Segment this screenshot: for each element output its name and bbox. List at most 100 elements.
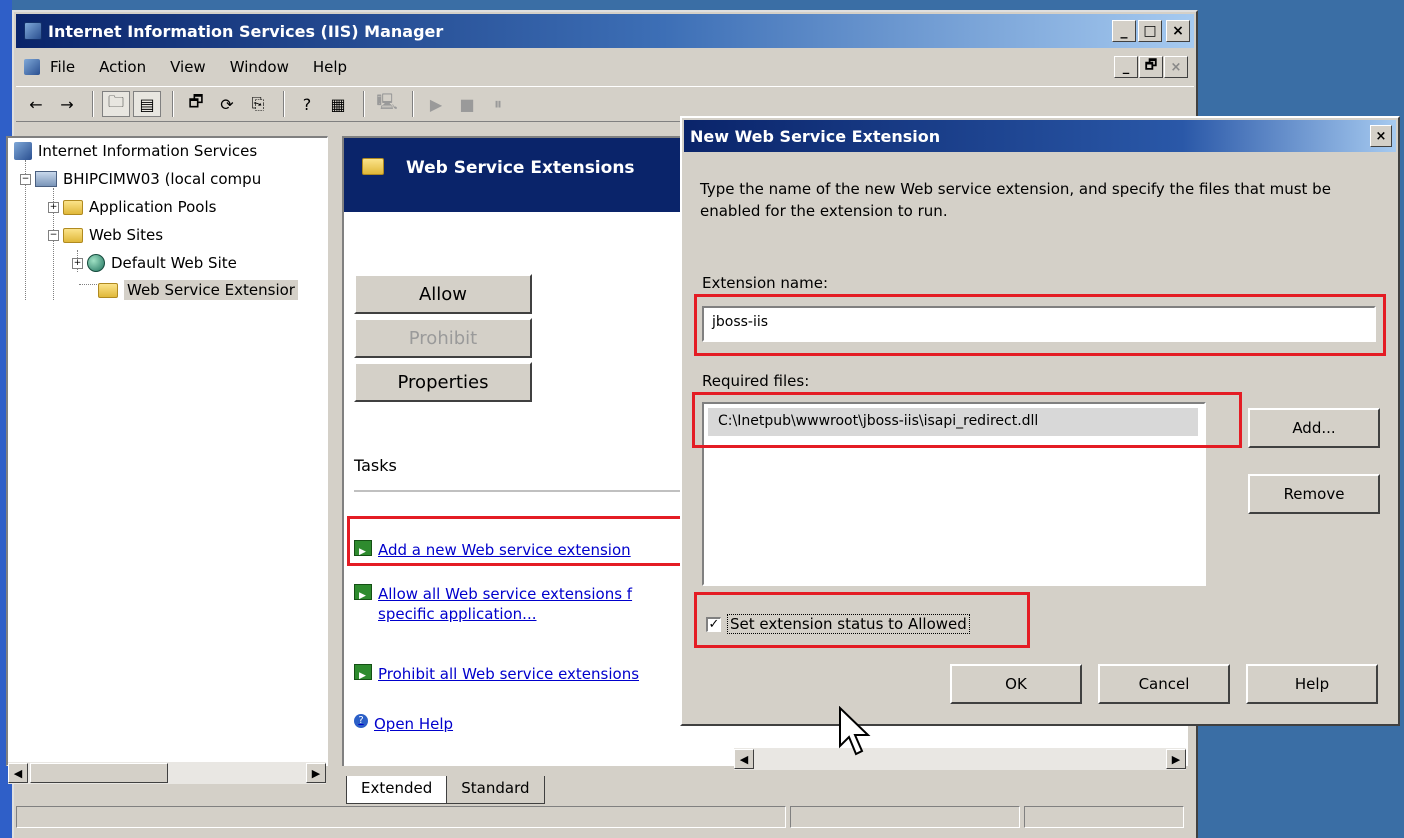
remove-file-button[interactable]: Remove <box>1248 474 1380 514</box>
menu-file[interactable]: File <box>50 58 75 76</box>
scroll-right-icon[interactable]: ▶ <box>1166 749 1186 769</box>
status-segment <box>16 806 786 828</box>
tree-item-application-pools[interactable]: + Application Pools <box>48 198 216 216</box>
tree-item-label: Web Sites <box>89 226 164 244</box>
console-icon[interactable]: ▦ <box>324 91 352 117</box>
highlight-box <box>692 392 1242 448</box>
tasks-heading: Tasks <box>354 456 397 475</box>
console-tree: Internet Information Services − BHIPCIMW… <box>6 136 328 784</box>
prohibit-button[interactable]: Prohibit <box>354 318 532 358</box>
minimize-button[interactable]: _ <box>1112 20 1136 42</box>
expand-toggle-icon[interactable]: + <box>72 257 83 269</box>
status-bar <box>16 806 1196 828</box>
scroll-left-icon[interactable]: ◀ <box>8 763 28 783</box>
folder-icon <box>63 227 83 243</box>
toolbar-separator <box>92 91 94 117</box>
toolbar-separator <box>412 91 414 117</box>
task-arrow-icon <box>354 664 372 686</box>
computer-icon[interactable]: 🖳 <box>373 91 401 117</box>
mdi-restore-button[interactable]: 🗗 <box>1139 56 1163 78</box>
extension-name-label: Extension name: <box>702 274 828 292</box>
dialog-close-button[interactable]: × <box>1370 125 1392 147</box>
highlight-box <box>694 592 1030 648</box>
toolbar-separator <box>283 91 285 117</box>
menu-view[interactable]: View <box>170 58 206 76</box>
export-list-icon[interactable]: ⎘ <box>244 91 272 117</box>
task-label: Prohibit all Web service extensions <box>378 665 640 683</box>
menu-window[interactable]: Window <box>230 58 289 76</box>
tree-item-label: Default Web Site <box>111 254 237 272</box>
refresh-icon[interactable]: ⟳ <box>213 91 241 117</box>
tree-item-web-sites[interactable]: − Web Sites <box>48 226 163 244</box>
open-help-link[interactable]: ? Open Help <box>354 714 453 734</box>
pane-header-title: Web Service Extensions <box>406 158 635 178</box>
tree-item-default-web-site[interactable]: + Default Web Site <box>72 254 237 272</box>
tab-extended[interactable]: Extended <box>346 776 448 804</box>
menu-help[interactable]: Help <box>313 58 347 76</box>
help-button[interactable]: Help <box>1246 664 1378 704</box>
up-folder-icon[interactable]: 🗀 <box>102 91 130 117</box>
mdi-close-button[interactable]: × <box>1164 56 1188 78</box>
tree-item-label: BHIPCIMW03 (local compu <box>63 170 262 188</box>
allow-button[interactable]: Allow <box>354 274 532 314</box>
task-label: Open Help <box>374 715 454 733</box>
tab-standard[interactable]: Standard <box>446 776 545 804</box>
task-allow-all-link[interactable]: Allow all Web service extensions f speci… <box>354 584 632 624</box>
tasks-divider <box>354 490 684 492</box>
back-arrow-icon[interactable]: ← <box>22 91 50 117</box>
folder-icon <box>362 158 384 175</box>
details-horizontal-scrollbar[interactable]: ◀ ▶ <box>734 748 1186 770</box>
mdi-controls: _ 🗗 × <box>1114 56 1188 78</box>
window-controls: _ □ × <box>1112 20 1190 42</box>
dialog-titlebar[interactable]: New Web Service Extension × <box>684 120 1396 152</box>
tree-item-root[interactable]: Internet Information Services <box>14 142 257 160</box>
pointer-arrow-icon <box>839 705 871 756</box>
tree-item-label: Application Pools <box>89 198 217 216</box>
forward-arrow-icon[interactable]: → <box>53 91 81 117</box>
website-globe-icon <box>87 254 105 272</box>
tree-connector <box>79 284 97 285</box>
tree-item-web-service-extensions[interactable]: Web Service Extensior <box>98 280 298 300</box>
task-label-line1: Allow all Web service extensions f <box>378 585 633 603</box>
status-segment <box>1024 806 1184 828</box>
show-tree-icon[interactable]: ▤ <box>133 91 161 117</box>
menu-action[interactable]: Action <box>99 58 146 76</box>
tree-item-label: Web Service Extensior <box>124 280 298 300</box>
properties-button[interactable]: Properties <box>354 362 532 402</box>
folder-icon <box>63 199 83 215</box>
scroll-right-icon[interactable]: ▶ <box>306 763 326 783</box>
help-icon[interactable]: ? <box>293 91 321 117</box>
pane-header: Web Service Extensions <box>344 138 684 212</box>
dialog-description: Type the name of the new Web service ext… <box>700 180 1331 220</box>
expand-toggle-icon[interactable]: + <box>48 201 59 213</box>
highlight-box <box>694 294 1386 356</box>
cancel-button[interactable]: Cancel <box>1098 664 1230 704</box>
pause-icon[interactable]: ⏸ <box>484 91 512 117</box>
menu-bar: File Action View Window Help _ 🗗 × <box>16 52 1194 82</box>
tree-horizontal-scrollbar[interactable]: ◀ ▶ <box>8 762 326 784</box>
tree-item-server[interactable]: − BHIPCIMW03 (local compu <box>20 170 261 188</box>
add-file-button[interactable]: Add... <box>1248 408 1380 448</box>
window-titlebar[interactable]: Internet Information Services (IIS) Mana… <box>16 14 1194 48</box>
new-web-service-extension-dialog: New Web Service Extension × Type the nam… <box>680 116 1400 726</box>
dialog-title: New Web Service Extension <box>690 126 941 146</box>
properties-icon[interactable]: 🗗 <box>182 91 210 117</box>
folder-icon <box>98 282 118 298</box>
toolbar-separator <box>363 91 365 117</box>
collapse-toggle-icon[interactable]: − <box>20 173 31 185</box>
maximize-button[interactable]: □ <box>1138 20 1162 42</box>
play-icon[interactable]: ▶ <box>422 91 450 117</box>
system-menu-icon[interactable] <box>24 59 40 75</box>
task-label: Allow all Web service extensions f speci… <box>378 584 632 624</box>
iis-app-icon <box>24 22 42 40</box>
close-button[interactable]: × <box>1166 20 1190 42</box>
scroll-left-icon[interactable]: ◀ <box>734 749 754 769</box>
ok-button[interactable]: OK <box>950 664 1082 704</box>
help-circle-icon: ? <box>354 714 368 728</box>
highlight-box <box>347 516 683 566</box>
scroll-thumb[interactable] <box>30 763 168 783</box>
mdi-minimize-button[interactable]: _ <box>1114 56 1138 78</box>
stop-icon[interactable]: ■ <box>453 91 481 117</box>
task-prohibit-all-link[interactable]: Prohibit all Web service extensions <box>354 664 640 686</box>
collapse-toggle-icon[interactable]: − <box>48 229 59 241</box>
